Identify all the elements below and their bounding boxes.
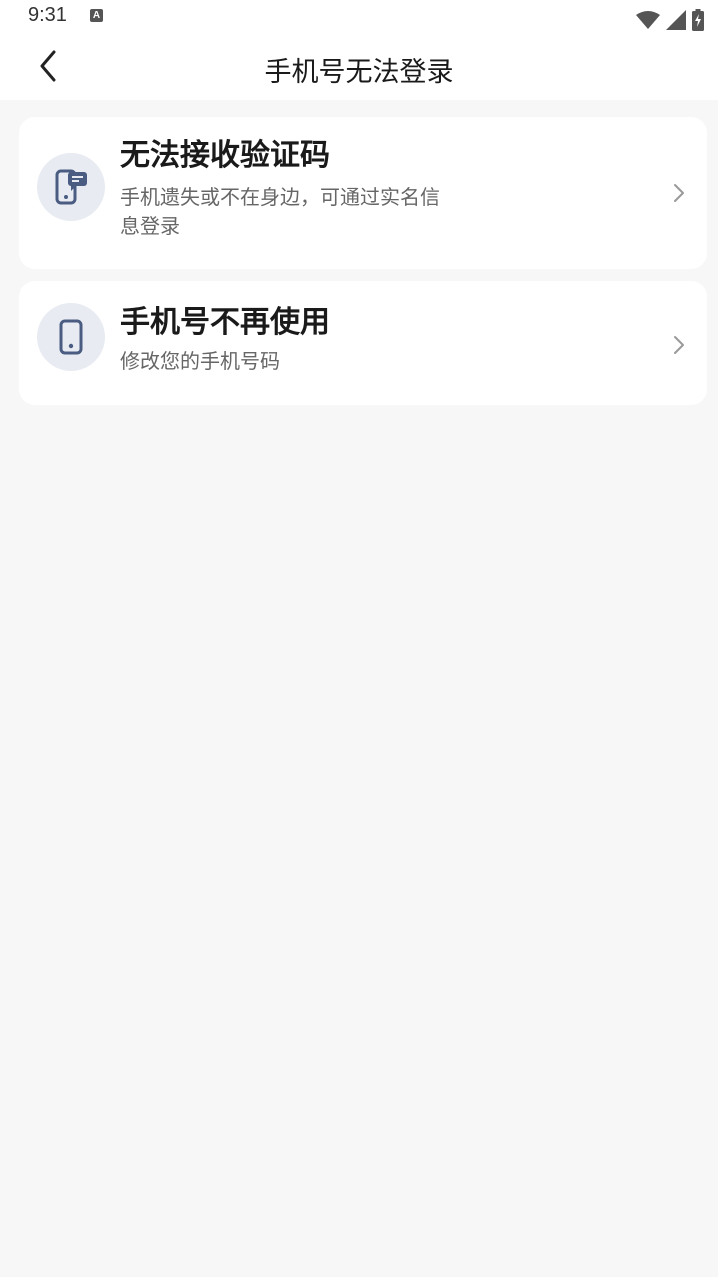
option-card-cannot-receive-code[interactable]: 无法接收验证码 手机遗失或不在身边，可通过实名信息登录 [19,117,707,269]
signal-icon [666,10,686,30]
icon-circle [37,153,105,221]
chevron-right-icon [671,333,687,357]
wifi-icon [636,11,660,29]
battery-charging-icon [692,9,704,31]
option-card-number-no-longer-used[interactable]: 手机号不再使用 修改您的手机号码 [19,281,707,405]
icon-circle [37,303,105,371]
status-icons [636,9,704,31]
page-title: 手机号无法登录 [264,57,454,88]
phone-message-icon [55,169,87,205]
option-description: 手机遗失或不在身边，可通过实名信息登录 [120,185,440,238]
status-time: 9:31 [28,4,67,26]
notification-badge-icon: A [90,9,103,22]
option-description: 修改您的手机号码 [120,349,280,373]
chevron-right-icon [671,181,687,205]
option-title: 无法接收验证码 [120,138,330,173]
header-bar: 手机号无法登录 [0,36,718,100]
phone-icon [59,319,83,355]
option-title: 手机号不再使用 [120,305,330,340]
status-bar: 9:31 A [0,0,718,36]
